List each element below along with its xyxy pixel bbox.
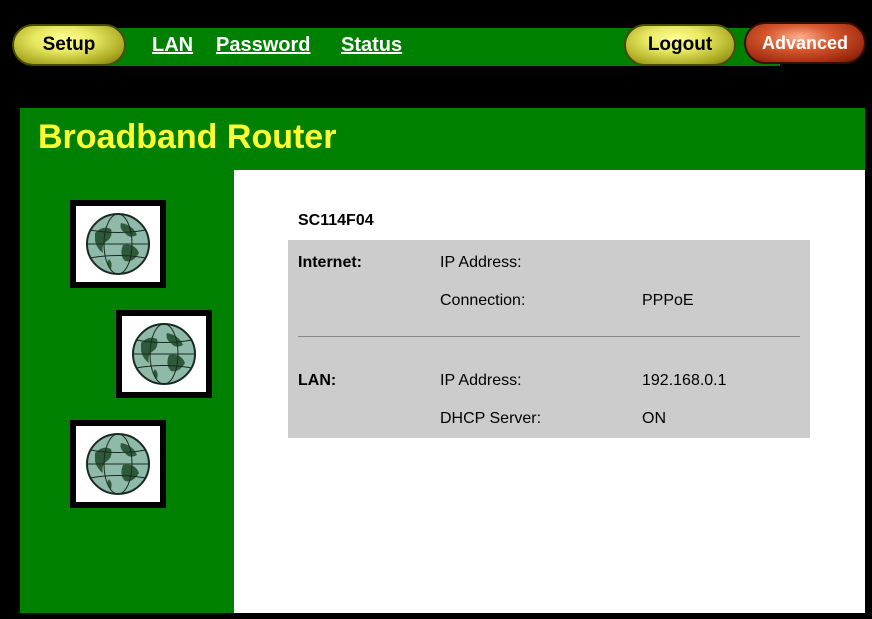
globe-icon: [86, 213, 150, 275]
globe-tile-3: [70, 420, 166, 508]
globe-tile-1: [70, 200, 166, 288]
section-divider: [298, 336, 800, 337]
globe-tile-2: [116, 310, 212, 398]
globe-icon: [132, 323, 196, 385]
page-title: Broadband Router: [38, 118, 337, 156]
status-content: SC114F04 Internet: IP Address: Connectio…: [234, 170, 865, 613]
nav-link-password[interactable]: Password: [216, 34, 310, 57]
advanced-button[interactable]: Advanced: [744, 22, 866, 64]
logout-button[interactable]: Logout: [624, 24, 736, 66]
setup-button[interactable]: Setup: [12, 24, 126, 66]
internet-ip-label: IP Address:: [440, 254, 522, 271]
internet-section-label: Internet:: [298, 254, 362, 271]
device-name: SC114F04: [298, 212, 374, 229]
lan-dhcp-label: DHCP Server:: [440, 410, 542, 427]
top-navigation-bar: Setup LAN Password Status Logout Advance…: [0, 0, 872, 96]
nav-link-lan[interactable]: LAN: [152, 34, 193, 57]
status-table: Internet: IP Address: Connection: PPPoE …: [288, 240, 810, 438]
globe-icon: [86, 433, 150, 495]
nav-link-status[interactable]: Status: [341, 34, 402, 57]
lan-dhcp-value: ON: [642, 410, 666, 427]
lan-section-label: LAN:: [298, 372, 337, 389]
lan-ip-value: 192.168.0.1: [642, 372, 727, 389]
main-panel: Broadband Router SC114F04 Internet: IP A…: [20, 108, 865, 613]
internet-connection-value: PPPoE: [642, 292, 694, 309]
internet-connection-label: Connection:: [440, 292, 526, 309]
lan-ip-label: IP Address:: [440, 372, 522, 389]
